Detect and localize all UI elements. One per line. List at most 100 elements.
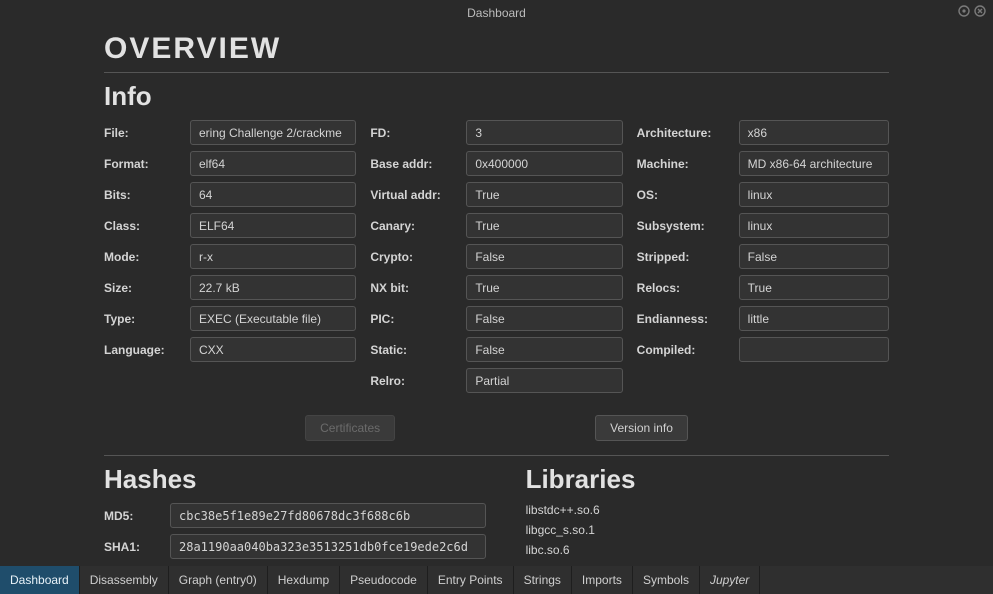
info-row-file: File:ering Challenge 2/crackme xyxy=(104,120,356,145)
info-label: PIC: xyxy=(370,312,466,326)
info-label: OS: xyxy=(637,188,739,202)
info-value-relocs[interactable]: True xyxy=(739,275,889,300)
info-row-relro: Relro:Partial xyxy=(370,368,622,393)
hash-label: SHA1: xyxy=(104,540,170,554)
info-label: NX bit: xyxy=(370,281,466,295)
close-icon[interactable] xyxy=(973,4,987,18)
info-label: Relro: xyxy=(370,374,466,388)
info-value-nxbit[interactable]: True xyxy=(466,275,622,300)
tab-jupyter[interactable]: Jupyter xyxy=(700,566,760,594)
info-row-type: Type:EXEC (Executable file) xyxy=(104,306,356,331)
info-value-relro[interactable]: Partial xyxy=(466,368,622,393)
info-row-arch: Architecture:x86 xyxy=(637,120,889,145)
info-row-os: OS:linux xyxy=(637,182,889,207)
hash-row-md5: MD5: cbc38e5f1e89e27fd80678dc3f688c6b xyxy=(104,503,486,528)
info-value-bits[interactable]: 64 xyxy=(190,182,356,207)
hash-row-sha1: SHA1: 28a1190aa040ba323e3513251db0fce19e… xyxy=(104,534,486,559)
info-label: Type: xyxy=(104,312,190,326)
info-label: Bits: xyxy=(104,188,190,202)
info-label: Compiled: xyxy=(637,343,739,357)
info-buttons: Certificates Version info xyxy=(104,415,889,441)
info-label: Endianness: xyxy=(637,312,739,326)
info-label: Machine: xyxy=(637,157,739,171)
info-row-machine: Machine:MD x86-64 architecture xyxy=(637,151,889,176)
divider xyxy=(104,72,889,73)
info-row-compiled: Compiled: xyxy=(637,337,889,362)
info-label: Format: xyxy=(104,157,190,171)
info-value-subsystem[interactable]: linux xyxy=(739,213,889,238)
info-label: Architecture: xyxy=(637,126,739,140)
window-controls xyxy=(957,4,987,18)
info-value-language[interactable]: CXX xyxy=(190,337,356,362)
tab-entry-points[interactable]: Entry Points xyxy=(428,566,514,594)
info-value-class[interactable]: ELF64 xyxy=(190,213,356,238)
info-label: Stripped: xyxy=(637,250,739,264)
title-bar: Dashboard xyxy=(0,0,993,26)
tab-graph[interactable]: Graph (entry0) xyxy=(169,566,268,594)
info-value-size[interactable]: 22.7 kB xyxy=(190,275,356,300)
version-info-button[interactable]: Version info xyxy=(595,415,688,441)
info-label: File: xyxy=(104,126,190,140)
info-row-crypto: Crypto:False xyxy=(370,244,622,269)
tab-symbols[interactable]: Symbols xyxy=(633,566,700,594)
info-value-mode[interactable]: r-x xyxy=(190,244,356,269)
info-label: Relocs: xyxy=(637,281,739,295)
certificates-button: Certificates xyxy=(305,415,395,441)
info-value-endian[interactable]: little xyxy=(739,306,889,331)
info-row-endian: Endianness:little xyxy=(637,306,889,331)
divider xyxy=(104,455,889,456)
info-label: Language: xyxy=(104,343,190,357)
tab-disassembly[interactable]: Disassembly xyxy=(80,566,169,594)
info-heading: Info xyxy=(104,81,889,112)
info-value-fd[interactable]: 3 xyxy=(466,120,622,145)
tab-bar: Dashboard Disassembly Graph (entry0) Hex… xyxy=(0,566,993,594)
info-value-type[interactable]: EXEC (Executable file) xyxy=(190,306,356,331)
info-value-canary[interactable]: True xyxy=(466,213,622,238)
info-value-compiled[interactable] xyxy=(739,337,889,362)
info-row-nxbit: NX bit:True xyxy=(370,275,622,300)
info-value-arch[interactable]: x86 xyxy=(739,120,889,145)
info-label: FD: xyxy=(370,126,466,140)
hash-label: MD5: xyxy=(104,509,170,523)
tab-strings[interactable]: Strings xyxy=(514,566,572,594)
library-item: libc.so.6 xyxy=(526,543,889,557)
info-row-bits: Bits:64 xyxy=(104,182,356,207)
info-value-stripped[interactable]: False xyxy=(739,244,889,269)
info-row-stripped: Stripped:False xyxy=(637,244,889,269)
info-label: Subsystem: xyxy=(637,219,739,233)
info-value-virtaddr[interactable]: True xyxy=(466,182,622,207)
info-row-virtaddr: Virtual addr:True xyxy=(370,182,622,207)
info-label: Size: xyxy=(104,281,190,295)
tab-pseudocode[interactable]: Pseudocode xyxy=(340,566,428,594)
info-value-baseaddr[interactable]: 0x400000 xyxy=(466,151,622,176)
info-label: Canary: xyxy=(370,219,466,233)
tab-imports[interactable]: Imports xyxy=(572,566,633,594)
info-row-class: Class:ELF64 xyxy=(104,213,356,238)
page-title: OVERVIEW xyxy=(104,32,889,66)
hashes-heading: Hashes xyxy=(104,464,486,495)
tab-dashboard[interactable]: Dashboard xyxy=(0,566,80,594)
main-content: OVERVIEW Info File:ering Challenge 2/cra… xyxy=(0,26,993,585)
info-value-crypto[interactable]: False xyxy=(466,244,622,269)
info-value-pic[interactable]: False xyxy=(466,306,622,331)
info-value-file[interactable]: ering Challenge 2/crackme xyxy=(190,120,356,145)
info-label: Virtual addr: xyxy=(370,188,466,202)
hash-value-sha1[interactable]: 28a1190aa040ba323e3513251db0fce19ede2c6d xyxy=(170,534,486,559)
info-value-format[interactable]: elf64 xyxy=(190,151,356,176)
library-item: libgcc_s.so.1 xyxy=(526,523,889,537)
window-title: Dashboard xyxy=(467,6,526,20)
hash-value-md5[interactable]: cbc38e5f1e89e27fd80678dc3f688c6b xyxy=(170,503,486,528)
info-label: Base addr: xyxy=(370,157,466,171)
info-value-machine[interactable]: MD x86-64 architecture xyxy=(739,151,889,176)
info-row-baseaddr: Base addr:0x400000 xyxy=(370,151,622,176)
tab-hexdump[interactable]: Hexdump xyxy=(268,566,340,594)
info-value-static[interactable]: False xyxy=(466,337,622,362)
info-value-os[interactable]: linux xyxy=(739,182,889,207)
info-label: Crypto: xyxy=(370,250,466,264)
info-row-pic: PIC:False xyxy=(370,306,622,331)
info-label: Static: xyxy=(370,343,466,357)
detach-icon[interactable] xyxy=(957,4,971,18)
info-row-size: Size:22.7 kB xyxy=(104,275,356,300)
info-col-2: FD:3 Base addr:0x400000 Virtual addr:Tru… xyxy=(370,120,622,399)
info-col-3: Architecture:x86 Machine:MD x86-64 archi… xyxy=(637,120,889,399)
